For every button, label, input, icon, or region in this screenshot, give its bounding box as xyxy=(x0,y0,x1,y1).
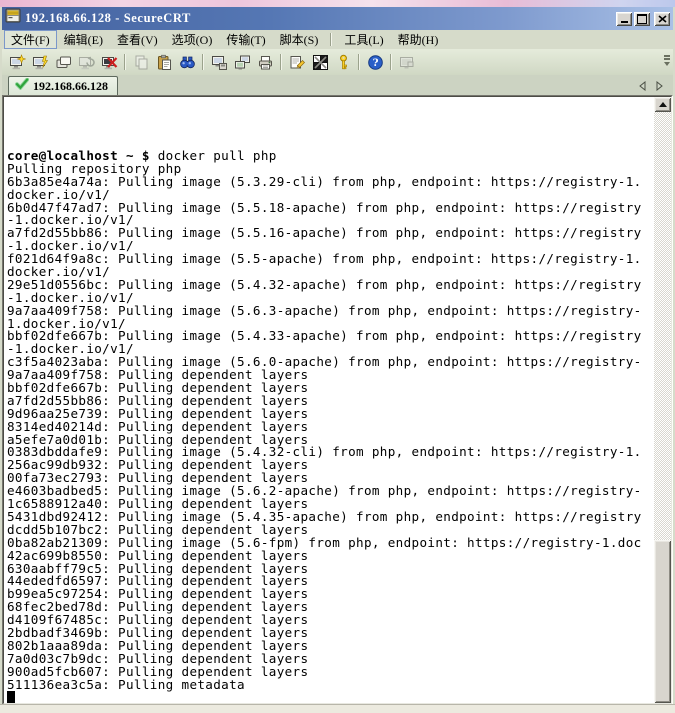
close-button[interactable] xyxy=(654,12,670,26)
connect-in-tab-icon[interactable] xyxy=(52,52,74,73)
scroll-up-button[interactable] xyxy=(654,97,671,112)
terminal-frame: core@localhost ~ $ docker pull php Pulli… xyxy=(2,95,673,705)
reconnect-icon[interactable] xyxy=(75,52,97,73)
svg-text:?: ? xyxy=(372,58,378,69)
menu-separator xyxy=(330,33,332,46)
securecrt-terminal-icon[interactable] xyxy=(5,8,21,29)
menu-transfer[interactable]: 传输(T) xyxy=(219,30,272,49)
find-icon[interactable] xyxy=(176,52,198,73)
connected-check-icon xyxy=(15,78,29,94)
help-icon[interactable]: ? xyxy=(364,52,386,73)
toolbar-overflow-button[interactable] xyxy=(664,58,670,66)
maximize-button[interactable] xyxy=(634,12,650,26)
toolbar-separator xyxy=(390,54,392,70)
paste-icon[interactable] xyxy=(153,52,175,73)
toolbar-separator xyxy=(202,54,204,70)
menu-edit[interactable]: 编辑(E) xyxy=(57,30,110,49)
window-bottom-strip xyxy=(0,704,675,713)
background-window-strip xyxy=(0,0,675,7)
menu-help[interactable]: 帮助(H) xyxy=(391,30,446,49)
quick-connect-icon[interactable] xyxy=(6,52,28,73)
menu-script[interactable]: 脚本(S) xyxy=(273,30,326,49)
tab-scroll-left-icon[interactable] xyxy=(638,81,646,91)
terminal-line: 511136ea3c5a: Pulling metadata xyxy=(7,679,654,692)
menu-file[interactable]: 文件(F) xyxy=(4,30,57,49)
disconnect-icon[interactable] xyxy=(98,52,120,73)
print-icon[interactable] xyxy=(254,52,276,73)
terminal-cursor xyxy=(7,691,15,703)
minimize-button[interactable] xyxy=(616,12,632,26)
securecrt-window: 192.168.66.128 - SecureCRT 文件(F) 编辑(E) 查… xyxy=(0,0,675,713)
title-bar[interactable]: 192.168.66.128 - SecureCRT xyxy=(2,7,673,30)
menu-view[interactable]: 查看(V) xyxy=(110,30,165,49)
terminal-blank-area xyxy=(7,99,654,150)
window-title: 192.168.66.128 - SecureCRT xyxy=(25,11,612,26)
menu-options[interactable]: 选项(O) xyxy=(165,30,220,49)
tab-scroll-right-icon[interactable] xyxy=(655,81,663,91)
menu-bar: 文件(F) 编辑(E) 查看(V) 选项(O) 传输(T) 脚本(S) 工具(L… xyxy=(2,30,673,49)
toolbar-separator xyxy=(124,54,126,70)
session-tab[interactable]: 192.168.66.128 xyxy=(8,76,118,95)
menu-tools[interactable]: 工具(L) xyxy=(337,30,390,49)
toolbar-separator xyxy=(358,54,360,70)
log-session-icon[interactable] xyxy=(208,52,230,73)
tab-label: 192.168.66.128 xyxy=(33,79,108,94)
session-options-icon[interactable] xyxy=(286,52,308,73)
scrollbar-thumb[interactable] xyxy=(654,540,671,703)
new-window-icon[interactable] xyxy=(396,52,418,73)
keys-icon[interactable] xyxy=(332,52,354,73)
terminal-output: Pulling repository php6b3a85e4a74a: Pull… xyxy=(7,163,654,692)
terminal-screen[interactable]: core@localhost ~ $ docker pull php Pulli… xyxy=(4,97,654,703)
tab-bar: 192.168.66.128 xyxy=(2,75,673,95)
toolbar: ? xyxy=(2,49,673,75)
connect-icon[interactable] xyxy=(29,52,51,73)
global-options-icon[interactable] xyxy=(309,52,331,73)
file-transfer-icon[interactable] xyxy=(231,52,253,73)
terminal-scrollbar[interactable] xyxy=(654,97,671,703)
copy-icon[interactable] xyxy=(130,52,152,73)
terminal-cursor-line xyxy=(7,691,654,703)
toolbar-separator xyxy=(280,54,282,70)
